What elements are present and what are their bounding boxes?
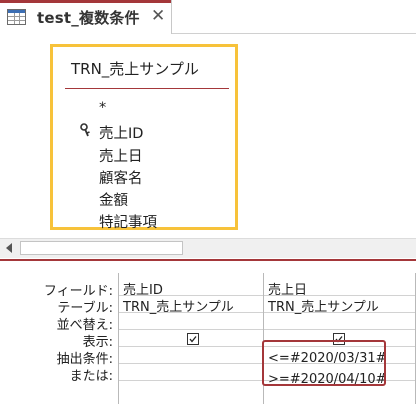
primary-key-icon: [80, 123, 90, 137]
table-cell[interactable]: TRN_売上サンプル: [268, 296, 379, 315]
query-tab[interactable]: test_複数条件 ✕: [0, 0, 172, 34]
query-icon: [7, 9, 26, 25]
scrollbar-thumb[interactable]: [20, 241, 183, 255]
field-item-all[interactable]: *: [99, 100, 106, 116]
tab-title: test_複数条件: [37, 9, 140, 27]
field-list-title[interactable]: TRN_売上サンプル: [71, 58, 199, 79]
scroll-left-icon[interactable]: [6, 243, 12, 253]
field-item[interactable]: 売上ID: [99, 122, 143, 143]
close-icon[interactable]: ✕: [151, 6, 165, 26]
field-list-window[interactable]: TRN_売上サンプル * 売上ID 売上日 顧客名 金額 特記事項: [50, 44, 238, 232]
table-diagram-pane: TRN_売上サンプル * 売上ID 売上日 顧客名 金額 特記事項: [0, 34, 416, 238]
criteria-highlight-box: [262, 340, 386, 386]
field-item[interactable]: 特記事項: [99, 211, 157, 232]
document-tab-bar: test_複数条件 ✕: [0, 0, 416, 34]
table-cell[interactable]: TRN_売上サンプル: [123, 296, 234, 315]
row-label-or: または:: [69, 369, 113, 384]
grid-column[interactable]: 売上ID TRN_売上サンプル: [118, 273, 263, 404]
field-list-divider: [65, 88, 229, 89]
field-item[interactable]: 顧客名: [99, 167, 143, 188]
horizontal-scrollbar[interactable]: [0, 238, 416, 258]
show-checkbox[interactable]: [187, 333, 199, 345]
tab-bar-empty: [172, 0, 416, 34]
checkmark-icon: [189, 336, 197, 343]
tab-accent-line: [0, 0, 171, 3]
field-item[interactable]: 売上日: [99, 145, 143, 166]
field-item[interactable]: 金額: [99, 189, 128, 210]
